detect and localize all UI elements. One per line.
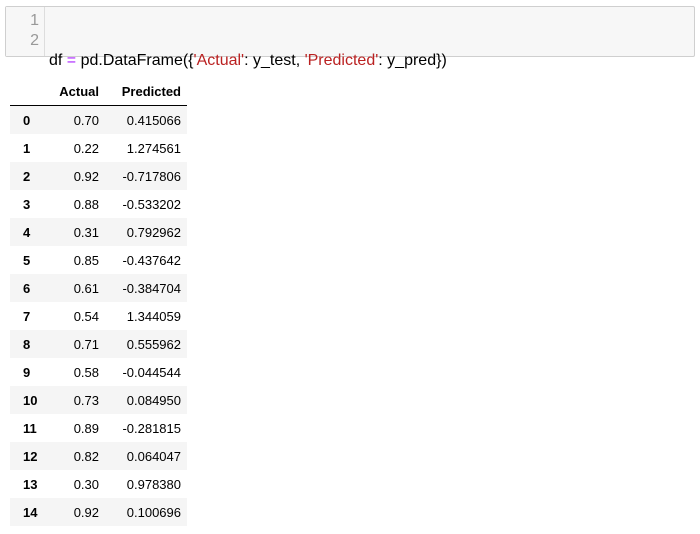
line-number-gutter: 1 2: [6, 7, 45, 56]
table-row: 6 0.61 -0.384704: [10, 274, 187, 302]
table-body: 0 0.70 0.415066 1 0.22 1.274561 2 0.92 -0.7178…: [10, 105, 187, 526]
table-row: 7 0.54 1.344059: [10, 302, 187, 330]
code-token: : y_test,: [244, 52, 305, 69]
cell-actual: 0.82: [73, 448, 99, 464]
index-header: [10, 77, 47, 106]
table-row: 12 0.82 0.064047: [10, 442, 187, 470]
cell-actual: 0.71: [73, 336, 99, 352]
cell-actual: 0.88: [73, 196, 99, 212]
cell-actual: 0.73: [73, 392, 99, 408]
table-row: 2 0.92 -0.717806: [10, 162, 187, 190]
cell-actual: 0.54: [73, 308, 99, 324]
row-index: 13: [23, 476, 38, 492]
cell-actual: 0.85: [73, 252, 99, 268]
cell-predicted: 0.555962: [126, 336, 181, 352]
row-index: 5: [23, 252, 31, 268]
cell-predicted: 1.344059: [126, 308, 181, 324]
row-index: 3: [23, 196, 31, 212]
row-index: 7: [23, 308, 31, 324]
table-row: 5 0.85 -0.437642: [10, 246, 187, 274]
cell-actual: 0.22: [73, 140, 99, 156]
cell-predicted: 0.084950: [126, 392, 181, 408]
cell-predicted: 1.274561: [126, 140, 181, 156]
code-token-string: 'Actual': [193, 52, 245, 69]
column-header-actual: Actual: [47, 77, 105, 106]
table-row: 13 0.30 0.978380: [10, 470, 187, 498]
table-row: 0 0.70 0.415066: [10, 105, 187, 134]
table-row: 8 0.71 0.555962: [10, 330, 187, 358]
cell-predicted: 0.415066: [126, 112, 181, 128]
cell-actual: 0.58: [73, 364, 99, 380]
table-row: 10 0.73 0.084950: [10, 386, 187, 414]
table-row: 3 0.88 -0.533202: [10, 190, 187, 218]
cell-predicted: 0.792962: [126, 224, 181, 240]
cell-predicted: -0.437642: [122, 252, 181, 268]
row-index: 6: [23, 280, 31, 296]
table-header-row: Actual Predicted: [10, 77, 187, 106]
table-row: 9 0.58 -0.044544: [10, 358, 187, 386]
cell-predicted: -0.044544: [122, 364, 181, 380]
cell-predicted: -0.281815: [122, 420, 181, 436]
dataframe-output-table: Actual Predicted 0 0.70 0.415066 1 0.22 1.27…: [10, 77, 187, 526]
code-token: pd.DataFrame({: [76, 52, 194, 69]
table-row: 11 0.89 -0.281815: [10, 414, 187, 442]
code-cell-input[interactable]: 1 2 df = pd.DataFrame({'Actual': y_test,…: [5, 6, 695, 129]
cell-predicted: -0.384704: [122, 280, 181, 296]
cell-actual: 0.92: [73, 168, 99, 184]
code-token: df: [49, 52, 67, 69]
cell-predicted: 0.978380: [126, 476, 181, 492]
cell-actual: 0.31: [73, 224, 99, 240]
row-index: 1: [23, 140, 31, 156]
code-token-string: 'Predicted': [304, 52, 379, 69]
table-row: 1 0.22 1.274561: [10, 134, 187, 162]
row-index: 9: [23, 364, 31, 380]
cell-predicted: 0.064047: [126, 448, 181, 464]
code-token: : y_pred}): [378, 52, 447, 69]
row-index: 0: [23, 112, 31, 128]
row-index: 14: [23, 504, 38, 520]
row-index: 12: [23, 448, 38, 464]
cell-actual: 0.70: [73, 112, 99, 128]
cell-actual: 0.30: [73, 476, 99, 492]
cell-actual: 0.89: [73, 420, 99, 436]
cell-predicted: -0.717806: [122, 168, 181, 184]
column-header-predicted: Predicted: [105, 77, 187, 106]
cell-actual: 0.92: [73, 504, 99, 520]
code-token-operator: =: [66, 52, 77, 69]
table-row: 14 0.92 0.100696: [10, 498, 187, 526]
cell-predicted: 0.100696: [126, 504, 181, 520]
row-index: 8: [23, 336, 31, 352]
cell-predicted: -0.533202: [122, 196, 181, 212]
row-index: 11: [23, 420, 37, 436]
row-index: 2: [23, 168, 31, 184]
line-number: 2: [30, 32, 39, 49]
row-index: 4: [23, 224, 31, 240]
row-index: 10: [23, 392, 38, 408]
code-line-1: df = pd.DataFrame({'Actual': y_test, 'Pr…: [49, 51, 447, 71]
line-number: 1: [30, 12, 39, 29]
cell-actual: 0.61: [73, 280, 99, 296]
table-row: 4 0.31 0.792962: [10, 218, 187, 246]
